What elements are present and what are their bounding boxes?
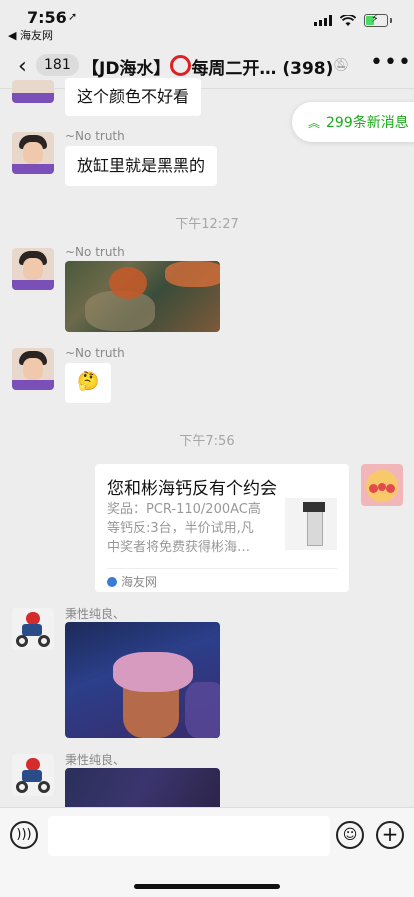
link-card-desc-line: 等钙反:3台，半价试用,凡 xyxy=(107,521,254,536)
new-messages-label: 299条新消息 xyxy=(326,115,409,131)
chat-title-prefix: 【JD海水】 xyxy=(82,59,171,79)
sender-name: ~No truth xyxy=(65,245,125,259)
link-card-desc-line: 中奖者将免费获得彬海… xyxy=(107,540,251,555)
back-to-app-link[interactable]: ◀ 海友网 xyxy=(8,27,53,43)
sender-name: 秉性纯良、 xyxy=(65,753,126,767)
link-card-source-label: 海友网 xyxy=(121,575,158,589)
status-icons: ⚡ xyxy=(314,12,392,27)
image-message[interactable] xyxy=(65,768,220,808)
avatar[interactable] xyxy=(12,608,54,650)
location-arrow-icon: ➚ xyxy=(68,10,78,23)
emoji-icon[interactable]: ☺ xyxy=(336,821,364,849)
link-card-title: 您和彬海钙反有个约会 xyxy=(107,479,277,499)
battery-icon: ⚡ xyxy=(364,12,388,27)
bell-off-icon: 🔕︎ xyxy=(333,58,350,73)
avatar[interactable] xyxy=(12,754,54,796)
timestamp: 下午7:56 xyxy=(179,434,235,449)
message-input[interactable] xyxy=(48,816,330,856)
sender-name: 秉性纯良、 xyxy=(65,607,126,621)
red-circle-icon xyxy=(170,55,192,76)
divider xyxy=(107,568,337,569)
unread-count-badge[interactable]: 181 xyxy=(36,54,79,76)
signal-icon xyxy=(314,15,332,26)
new-messages-button[interactable]: ︽ 299条新消息 xyxy=(292,102,414,142)
avatar[interactable] xyxy=(12,80,54,103)
chat-title[interactable]: 【JD海水】 每周二开… (398) xyxy=(82,54,333,79)
timestamp: 下午12:27 xyxy=(175,217,239,232)
sender-name: ~No truth xyxy=(65,129,125,143)
message-bubble[interactable]: 放缸里就是黑黑的 xyxy=(65,146,218,186)
sender-name: ~No truth xyxy=(65,346,125,360)
chat-header: ‹ 181 【JD海水】 每周二开… (398) 🔕︎ ••• xyxy=(0,44,414,89)
status-bar: 7:56 ➚ ◀ 海友网 ⚡ xyxy=(0,0,414,44)
voice-icon[interactable]: ))) xyxy=(10,821,38,849)
input-bar: ))) ☺ + xyxy=(0,807,414,897)
plus-icon[interactable]: + xyxy=(376,821,404,849)
battery-tip xyxy=(390,18,392,23)
home-indicator[interactable] xyxy=(134,884,280,889)
image-message[interactable] xyxy=(65,261,220,332)
message-bubble[interactable]: 这个颜色不好看 xyxy=(65,78,202,116)
link-card-source: 海友网 xyxy=(107,573,157,590)
source-logo-icon xyxy=(107,576,117,587)
avatar[interactable] xyxy=(12,248,54,290)
more-dots-icon[interactable]: ••• xyxy=(370,50,412,75)
status-time: 7:56 xyxy=(27,8,67,27)
link-card-description: 奖品：PCR-110/200AC高 等钙反:3台，半价试用,凡 中奖者将免费获得… xyxy=(107,500,277,557)
emoji-message[interactable]: 🤔 xyxy=(65,363,112,403)
wifi-icon xyxy=(340,14,356,26)
image-message[interactable] xyxy=(65,622,220,738)
double-up-arrow-icon: ︽ xyxy=(308,115,321,130)
chevron-left-icon[interactable]: ‹ xyxy=(18,54,27,79)
chat-title-suffix: 每周二开… (398) xyxy=(191,59,334,79)
avatar-self[interactable] xyxy=(361,464,403,506)
avatar[interactable] xyxy=(12,132,54,174)
link-card-desc-line: 奖品：PCR-110/200AC高 xyxy=(107,502,261,517)
link-card[interactable]: 您和彬海钙反有个约会 奖品：PCR-110/200AC高 等钙反:3台，半价试用… xyxy=(95,464,349,592)
link-card-thumbnail xyxy=(285,498,337,550)
avatar[interactable] xyxy=(12,348,54,390)
